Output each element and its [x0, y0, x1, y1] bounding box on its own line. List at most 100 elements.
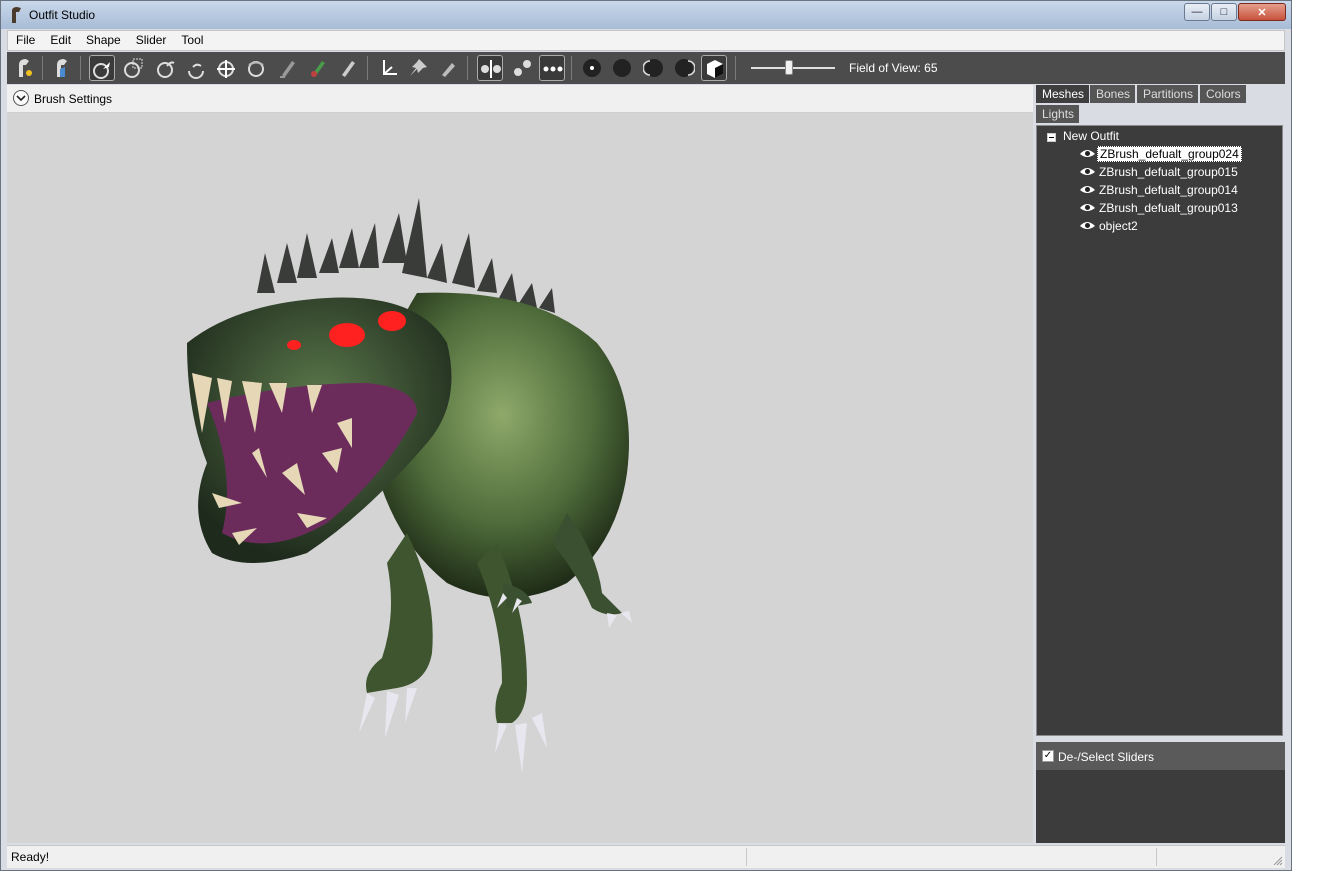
view-right-icon	[675, 59, 695, 77]
tree-root-label: New Outfit	[1063, 129, 1120, 143]
perspective-button[interactable]	[701, 55, 727, 81]
eye-icon[interactable]	[1079, 184, 1096, 195]
new-project-button[interactable]	[11, 55, 37, 81]
toolbar-separator	[571, 56, 572, 80]
color-brush-icon	[311, 61, 325, 77]
global-brush-button[interactable]	[539, 55, 565, 81]
toolbar-separator	[80, 56, 81, 80]
select-sliders-label: De-/Select Sliders	[1058, 750, 1155, 764]
mesh-tree[interactable]: New Outfit ZBrush_defualt_group024 ZBrus…	[1036, 125, 1283, 736]
weight-brush-button[interactable]	[275, 55, 301, 81]
status-text: Ready!	[11, 850, 50, 864]
view-back-button[interactable]	[609, 55, 635, 81]
fov-slider-thumb[interactable]	[785, 60, 793, 75]
3d-viewport[interactable]	[7, 113, 1033, 843]
menu-tool[interactable]: Tool	[173, 31, 210, 50]
title-bar[interactable]: Outfit Studio — □ ✕	[1, 1, 1291, 29]
brush-settings-bar[interactable]: Brush Settings	[7, 85, 1033, 113]
mesh-name: ZBrush_defualt_group024	[1097, 146, 1242, 162]
brush-settings-toggle[interactable]	[13, 90, 29, 106]
transform-axes-icon	[383, 60, 397, 75]
inflate-brush-icon	[157, 61, 175, 78]
fov-slider-track	[751, 67, 835, 69]
view-front-button[interactable]	[579, 55, 605, 81]
smooth-brush-button[interactable]	[243, 55, 269, 81]
reference-icon	[57, 59, 67, 77]
alpha-brush-icon	[342, 61, 355, 77]
tab-partitions[interactable]: Partitions	[1137, 85, 1199, 103]
mesh-name: ZBrush_defualt_group013	[1099, 201, 1238, 215]
pin-icon	[410, 59, 427, 76]
vertex-edit-button[interactable]	[435, 55, 461, 81]
eye-icon[interactable]	[1079, 202, 1096, 213]
toolbar-separator	[367, 56, 368, 80]
app-icon	[12, 7, 21, 23]
new-project-icon	[19, 59, 32, 77]
side-panel: Meshes Bones Partitions Colors Lights Ne…	[1034, 85, 1285, 843]
select-brush-button[interactable]	[89, 55, 115, 81]
menu-bar: File Edit Shape Slider Tool	[7, 30, 1285, 51]
resize-grip-icon[interactable]	[1273, 856, 1283, 866]
tab-bones[interactable]: Bones	[1090, 85, 1136, 103]
status-divider	[746, 848, 747, 866]
connected-only-button[interactable]	[509, 55, 535, 81]
weight-brush-icon	[280, 61, 295, 78]
side-tabs: Meshes Bones Partitions Colors Lights	[1036, 85, 1285, 125]
creature-model	[187, 198, 632, 773]
close-button[interactable]: ✕	[1238, 3, 1286, 21]
toolbar-separator	[42, 56, 43, 80]
cube-icon	[707, 60, 723, 78]
eye-icon[interactable]	[1079, 220, 1096, 231]
deflate-brush-button[interactable]	[183, 55, 209, 81]
toolbar: Field of View: 65	[7, 52, 1285, 84]
creature-spikes	[257, 198, 555, 313]
reference-button[interactable]	[49, 55, 75, 81]
view-back-icon	[613, 59, 631, 77]
menu-edit[interactable]: Edit	[42, 31, 78, 50]
menu-shape[interactable]: Shape	[78, 31, 128, 50]
tab-lights[interactable]: Lights	[1036, 105, 1080, 123]
maximize-button[interactable]: □	[1211, 3, 1237, 21]
window-title: Outfit Studio	[29, 8, 96, 22]
status-bar: Ready!	[7, 845, 1285, 868]
color-brush-button[interactable]	[305, 55, 331, 81]
menu-slider[interactable]: Slider	[128, 31, 174, 50]
alpha-brush-button[interactable]	[335, 55, 361, 81]
menu-file[interactable]: File	[8, 31, 42, 50]
chevron-down-icon	[16, 95, 26, 102]
pivot-button[interactable]	[405, 55, 431, 81]
minimize-button[interactable]: —	[1184, 3, 1210, 21]
tab-colors[interactable]: Colors	[1200, 85, 1246, 103]
view-front-icon	[583, 59, 601, 77]
toolbar-separator	[735, 56, 736, 80]
view-left-button[interactable]	[641, 55, 667, 81]
transform-button[interactable]	[375, 55, 401, 81]
fov-slider[interactable]	[751, 59, 835, 77]
mesh-name: ZBrush_defualt_group014	[1099, 183, 1238, 197]
view-right-button[interactable]	[671, 55, 697, 81]
eye-icon[interactable]	[1079, 166, 1096, 177]
brush-settings-label: Brush Settings	[34, 92, 113, 106]
view-left-icon	[643, 59, 663, 77]
status-divider	[1156, 848, 1157, 866]
smooth-brush-icon	[248, 61, 264, 77]
mirror-icon	[481, 60, 501, 78]
move-brush-icon	[217, 60, 235, 78]
mask-brush-button[interactable]	[121, 55, 147, 81]
slider-panel: ✓ De-/Select Sliders	[1036, 742, 1285, 843]
select-sliders-checkbox[interactable]: ✓	[1042, 750, 1054, 762]
collapse-icon[interactable]	[1047, 133, 1056, 142]
tab-meshes[interactable]: Meshes	[1036, 85, 1090, 103]
mesh-name: ZBrush_defualt_group015	[1099, 165, 1238, 179]
mask-brush-icon	[124, 58, 143, 78]
select-brush-icon	[93, 62, 110, 79]
x-mirror-button[interactable]	[477, 55, 503, 81]
inflate-brush-button[interactable]	[153, 55, 179, 81]
toolbar-separator	[467, 56, 468, 80]
move-brush-button[interactable]	[213, 55, 239, 81]
deflate-brush-icon	[188, 63, 204, 79]
mesh-name: object2	[1099, 219, 1138, 233]
fov-label: Field of View: 65	[849, 61, 938, 75]
eye-icon[interactable]	[1079, 148, 1096, 159]
app-window: Outfit Studio — □ ✕ File Edit Shape Slid…	[0, 0, 1292, 871]
